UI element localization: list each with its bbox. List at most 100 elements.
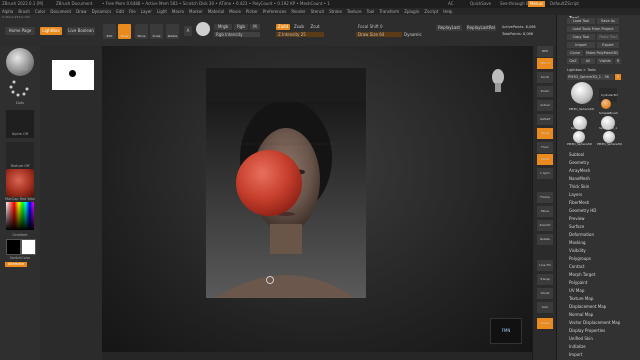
menu-file[interactable]: File xyxy=(129,9,136,14)
floor-button[interactable]: Floor xyxy=(537,142,553,153)
menu-stencil[interactable]: Stencil xyxy=(311,9,325,14)
menu-preferences[interactable]: Preferences xyxy=(263,9,287,14)
tool-r-button[interactable]: R xyxy=(615,74,621,80)
goz-r-button[interactable]: R xyxy=(615,58,621,64)
import-button[interactable]: Import xyxy=(567,42,595,48)
menu-edit[interactable]: Edit xyxy=(116,9,124,14)
menu-dynamics[interactable]: Dynamics xyxy=(92,9,112,14)
draw-size-slider[interactable]: Draw Size 64 xyxy=(356,32,402,37)
menus-toggle[interactable]: Menus xyxy=(528,1,546,7)
frame-button[interactable]: Frame xyxy=(537,192,553,203)
menu-visibility[interactable]: Visibility xyxy=(569,248,586,253)
default-zscript[interactable]: DefaultZScript xyxy=(550,0,579,8)
menu-draw[interactable]: Draw xyxy=(76,9,86,14)
rotate-mode-button[interactable]: Rotate xyxy=(166,24,179,39)
scale-mode-button[interactable]: Scale xyxy=(150,24,163,39)
menu-color[interactable]: Color xyxy=(35,9,45,14)
lightbox-tools-button[interactable]: Lightbox > Tools xyxy=(567,67,601,73)
visible-button[interactable]: Visible xyxy=(597,58,613,64)
menu-light[interactable]: Light xyxy=(157,9,167,14)
menu-normal-map[interactable]: Normal Map xyxy=(569,312,593,317)
menu-zscript[interactable]: Zscript xyxy=(424,9,438,14)
zoom-button[interactable]: Zoom xyxy=(537,86,553,97)
replay-last-rel-button[interactable]: ReplayLastRel xyxy=(466,25,496,31)
menu-picker[interactable]: Picker xyxy=(246,9,258,14)
menu-geometry-hd[interactable]: Geometry HD xyxy=(569,208,596,213)
mrgb-button[interactable]: Mrgb xyxy=(214,24,232,30)
polyf-button[interactable]: Line Fill PolyF xyxy=(537,260,553,278)
menu-texture[interactable]: Texture xyxy=(347,9,362,14)
menu-masking[interactable]: Masking xyxy=(569,240,586,245)
menu-render[interactable]: Render xyxy=(291,9,305,14)
rotate-gizmo-icon[interactable] xyxy=(266,276,274,284)
menu-import[interactable]: Import xyxy=(569,352,582,357)
navigator-preview[interactable] xyxy=(52,60,94,90)
clone-button[interactable]: Clone xyxy=(567,50,583,56)
menu-contact[interactable]: Contact xyxy=(569,264,585,269)
spix-button[interactable]: SPix 3 xyxy=(537,58,553,69)
all-button[interactable]: All xyxy=(581,58,595,64)
replay-last-button[interactable]: ReplayLast xyxy=(436,25,462,31)
edit-mode-button[interactable]: Edit xyxy=(103,24,116,39)
switch-color-button[interactable]: SwitchColor xyxy=(2,256,38,260)
main-color-swatch[interactable] xyxy=(6,239,21,255)
menu-macro[interactable]: Macro xyxy=(172,9,184,14)
xpose-button[interactable]: Xpose xyxy=(537,318,553,329)
zsub-button[interactable]: Zsub xyxy=(292,24,306,30)
menu-fibermesh[interactable]: FiberMesh xyxy=(569,200,589,205)
menu-layers[interactable]: Layers xyxy=(569,192,582,197)
load-from-project-button[interactable]: Load Tools From Project xyxy=(567,26,619,32)
material-thumbnail[interactable] xyxy=(6,169,34,197)
scroll-button[interactable]: Scroll xyxy=(537,72,553,83)
menu-polygroups[interactable]: Polygroups xyxy=(569,256,591,261)
goz-button[interactable]: GoZ xyxy=(567,58,579,64)
menu-zplugin[interactable]: Zplugin xyxy=(404,9,419,14)
menu-displacement-map[interactable]: Displacement Map xyxy=(569,304,606,309)
subtool-thumb-simplebrush[interactable] xyxy=(601,99,611,109)
actual-button[interactable]: Actual xyxy=(537,100,553,111)
transp-button[interactable]: Transp xyxy=(537,274,553,285)
stroke-thumbnail[interactable] xyxy=(6,76,34,104)
home-page-button[interactable]: Home Page xyxy=(5,27,35,35)
persp-button[interactable]: Persp xyxy=(537,128,553,139)
current-tool-slider[interactable]: PM3D_Sphere3D_1 . 36 xyxy=(567,74,614,80)
zoom-view-button[interactable]: ZoomD xyxy=(537,220,553,231)
head-navigator-icon[interactable] xyxy=(490,68,506,94)
menu-tool[interactable]: Tool xyxy=(367,9,375,14)
red-sphere-mesh[interactable] xyxy=(236,150,302,216)
a-button[interactable]: A xyxy=(184,26,192,36)
menu-deformation[interactable]: Deformation xyxy=(569,232,594,237)
seethrough-slider[interactable]: See-through 0 xyxy=(500,0,528,8)
menu-help[interactable]: Help xyxy=(443,9,452,14)
menu-material[interactable]: Material xyxy=(208,9,224,14)
viewport[interactable]: FMN xyxy=(102,46,532,352)
menu-texture-map[interactable]: Texture Map xyxy=(569,296,593,301)
menu-brush[interactable]: Brush xyxy=(18,9,30,14)
rotate-view-button[interactable]: Rotate xyxy=(537,234,553,245)
aahalf-button[interactable]: AAHalf xyxy=(537,114,553,125)
menu-stroke[interactable]: Stroke xyxy=(329,9,342,14)
menu-unified-skin[interactable]: Unified Skin xyxy=(569,336,593,341)
ac-button[interactable]: AC xyxy=(448,0,453,8)
export-button[interactable]: Export xyxy=(597,42,619,48)
live-boolean-button[interactable]: Live Boolean xyxy=(67,27,95,35)
menu-geometry[interactable]: Geometry xyxy=(569,160,589,165)
menu-preview[interactable]: Preview xyxy=(569,216,585,221)
focal-shift-slider[interactable]: Focal Shift 0 xyxy=(356,24,402,29)
menu-morph-target[interactable]: Morph Target xyxy=(569,272,595,277)
lsym-button[interactable]: L.Sym xyxy=(537,168,553,179)
rgb-intensity-slider[interactable]: Rgb Intensity xyxy=(214,32,260,37)
load-tool-button[interactable]: Load Tool xyxy=(567,18,595,24)
z-intensity-slider[interactable]: Z Intensity 25 xyxy=(276,32,324,37)
menu-vector-displacement-map[interactable]: Vector Displacement Map xyxy=(569,320,620,325)
draw-mode-button[interactable]: Draw xyxy=(118,24,131,39)
quicksave-button[interactable]: QuickSave xyxy=(470,0,491,8)
menu-movie[interactable]: Movie xyxy=(229,9,241,14)
dynamic-button[interactable]: Dynamic xyxy=(404,32,422,37)
local-button[interactable]: Local xyxy=(537,154,553,165)
rgb-button[interactable]: Rgb xyxy=(234,24,248,30)
bpr-button[interactable]: BPR xyxy=(537,46,553,57)
copy-tool-button[interactable]: Copy Tool xyxy=(567,34,595,40)
secondary-color-swatch[interactable] xyxy=(21,239,36,255)
menu-display-properties[interactable]: Display Properties xyxy=(569,328,605,333)
